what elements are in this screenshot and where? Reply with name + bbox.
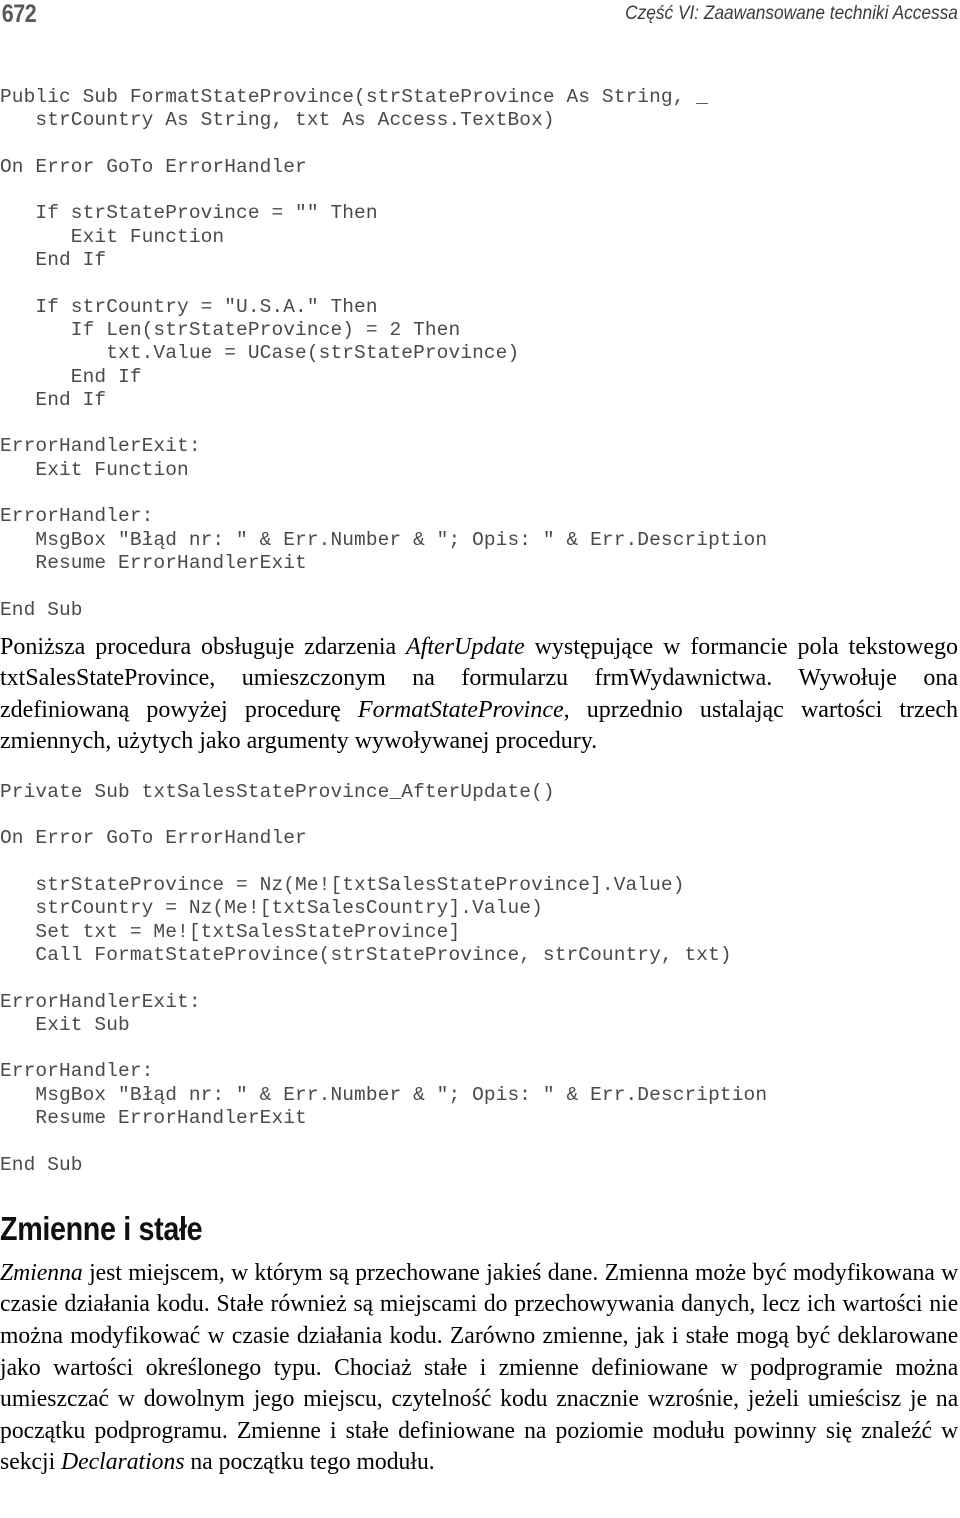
code-line: strCountry As String, txt As Access.Text… bbox=[0, 109, 555, 132]
code-line: On Error GoTo ErrorHandler bbox=[0, 155, 307, 178]
code-line: If strStateProvince = "" Then bbox=[0, 202, 378, 225]
text-run: jest miejscem, w którym są przechowane j… bbox=[0, 1258, 959, 1476]
page-number: 672 bbox=[1, 0, 37, 28]
code-line: End If bbox=[0, 388, 107, 411]
running-header: 672 Część VI: Zaawansowane techniki Acce… bbox=[0, 0, 960, 40]
code-line: If strCountry = "U.S.A." Then bbox=[0, 295, 378, 318]
code-line: Public Sub FormatStateProvince(strStateP… bbox=[0, 86, 709, 108]
code-line: ErrorHandler: bbox=[0, 505, 154, 528]
code-line: Exit Sub bbox=[0, 1013, 130, 1036]
code-line: strCountry = Nz(Me![txtSalesCountry].Val… bbox=[0, 897, 543, 920]
code-line: End Sub bbox=[0, 598, 83, 621]
book-page: 672 Część VI: Zaawansowane techniki Acce… bbox=[0, 0, 960, 1518]
code-line: End If bbox=[0, 365, 142, 388]
code-block-format-state-province: Public Sub FormatStateProvince(strStateP… bbox=[0, 86, 958, 622]
emphasized-term: Declarations bbox=[61, 1448, 185, 1476]
code-line: MsgBox "Błąd nr: " & Err.Number & "; Opi… bbox=[0, 1083, 768, 1106]
page-content: Public Sub FormatStateProvince(strStateP… bbox=[0, 86, 958, 1478]
code-line: ErrorHandlerExit: bbox=[0, 435, 201, 458]
code-line: MsgBox "Błąd nr: " & Err.Number & "; Opi… bbox=[0, 528, 768, 551]
code-line: Set txt = Me![txtSalesStateProvince] bbox=[0, 920, 461, 943]
running-header-title: Część VI: Zaawansowane techniki Accessa bbox=[625, 3, 959, 24]
paragraph-variables-constants: Zmienna jest miejscem, w którym są przec… bbox=[0, 1257, 958, 1478]
code-line: strStateProvince = Nz(Me![txtSalesStateP… bbox=[0, 874, 685, 897]
section-heading-variables-constants: Zmienne i stałe bbox=[0, 1209, 203, 1247]
text-run: na początku tego modułu. bbox=[184, 1448, 435, 1476]
emphasized-term: FormatStateProvince bbox=[357, 696, 564, 723]
code-block-txtsalesstateprovince-afterupdate: Private Sub txtSalesStateProvince_AfterU… bbox=[0, 781, 958, 1177]
code-line: Call FormatStateProvince(strStateProvinc… bbox=[0, 943, 732, 966]
code-line: ErrorHandlerExit: bbox=[0, 990, 201, 1013]
code-line: End Sub bbox=[0, 1153, 83, 1176]
paragraph-afterupdate-description: Poniższa procedura obsługuje zdarzenia A… bbox=[0, 632, 958, 758]
text-run: Poniższa procedura obsługuje zdarzenia bbox=[0, 633, 407, 660]
code-line: txt.Value = UCase(strStateProvince) bbox=[0, 342, 520, 365]
code-line: Resume ErrorHandlerExit bbox=[0, 551, 307, 574]
code-line: On Error GoTo ErrorHandler bbox=[0, 827, 307, 850]
code-line: End If bbox=[0, 249, 107, 272]
code-line: ErrorHandler: bbox=[0, 1060, 154, 1083]
code-line: Exit Function bbox=[0, 458, 189, 481]
emphasized-term: AfterUpdate bbox=[406, 633, 525, 660]
code-line: If Len(strStateProvince) = 2 Then bbox=[0, 318, 461, 341]
emphasized-term: Zmienna bbox=[0, 1258, 83, 1286]
code-line: Private Sub txtSalesStateProvince_AfterU… bbox=[0, 780, 555, 803]
code-line: Resume ErrorHandlerExit bbox=[0, 1106, 307, 1129]
code-line: Exit Function bbox=[0, 225, 225, 248]
